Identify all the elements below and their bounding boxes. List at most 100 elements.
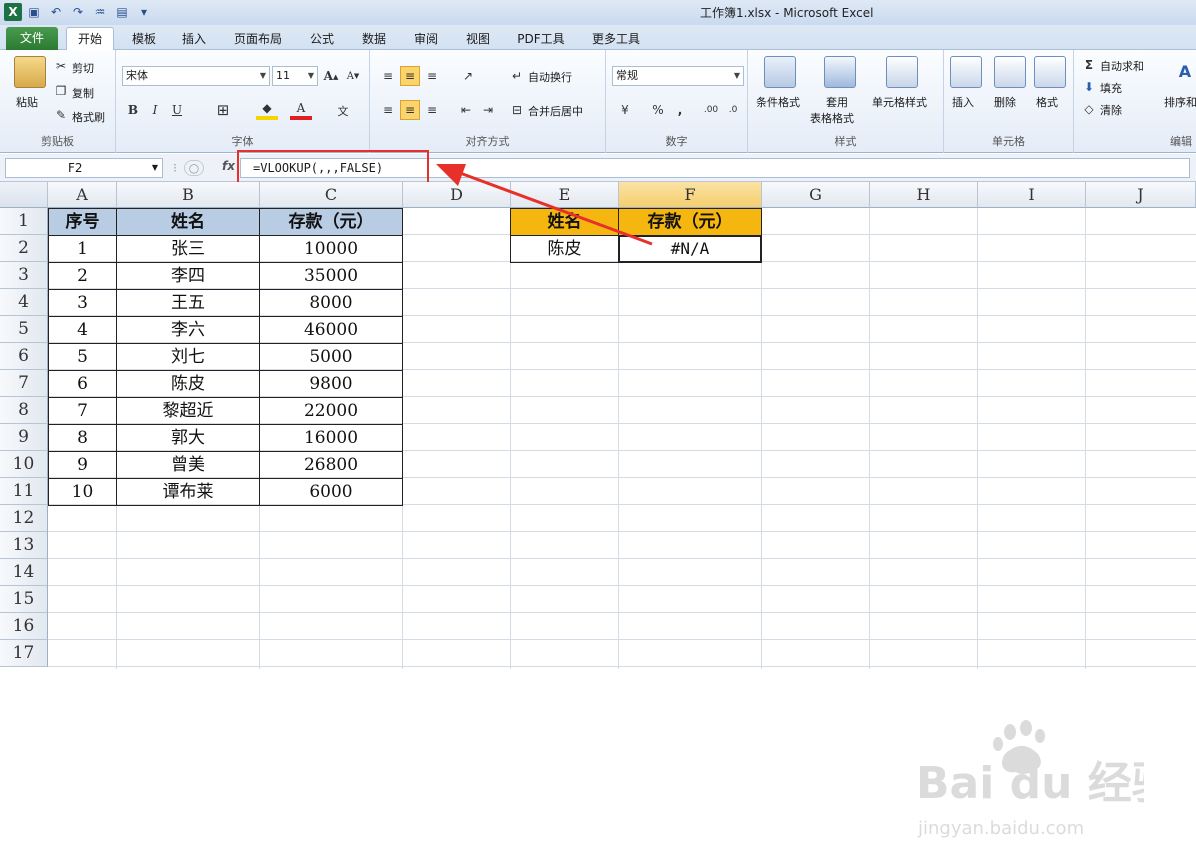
format-cells-label[interactable]: 格式 [1036,94,1058,110]
column-header-f[interactable]: F [619,182,762,208]
lookup-header-deposit[interactable]: 存款（元） [618,208,762,236]
conditional-format-icon[interactable] [764,56,796,88]
currency-icon[interactable]: ¥ [614,100,636,120]
tab-template[interactable]: 模板 [124,28,164,50]
column-header-j[interactable]: J [1086,182,1196,208]
shrink-font-icon[interactable]: A ▼ [344,66,362,86]
scissors-icon[interactable]: ✂ [54,59,68,73]
row-header-5[interactable]: 5 [0,316,48,343]
row-header-4[interactable]: 4 [0,289,48,316]
row-header-6[interactable]: 6 [0,343,48,370]
table-cell[interactable]: 曾美 [116,451,260,479]
row-header-17[interactable]: 17 [0,640,48,667]
row-header-14[interactable]: 14 [0,559,48,586]
name-box[interactable]: F2 ▼ [5,158,163,178]
sort-filter-label[interactable]: 排序和 [1164,94,1196,110]
table-cell[interactable]: 5 [48,343,117,371]
align-center-icon[interactable]: ≡ [400,100,420,120]
table-cell[interactable]: 9800 [259,370,403,398]
table-cell[interactable]: 1 [48,235,117,263]
bold-button[interactable]: B [124,100,142,120]
insert-cells-label[interactable]: 插入 [952,94,974,110]
table-cell[interactable]: 6 [48,370,117,398]
insert-cells-icon[interactable] [950,56,982,88]
customize-qat-icon[interactable]: ▾ [134,3,154,21]
table-cell[interactable]: 黎超近 [116,397,260,425]
table-cell[interactable]: 4 [48,316,117,344]
paste-icon[interactable] [14,56,46,88]
table-header-cell[interactable]: 序号 [48,208,117,236]
table-header-cell[interactable]: 存款（元） [259,208,403,236]
increase-decimal-icon[interactable]: .00 [702,100,720,120]
align-left-icon[interactable]: ≡ [378,100,398,120]
wrap-text-icon[interactable]: ↵ [508,66,526,86]
fill-color-icon[interactable]: ◆ [256,100,278,120]
align-bottom-icon[interactable]: ≡ [422,66,442,86]
table-cell[interactable]: 王五 [116,289,260,317]
undo-icon[interactable]: ↶ [46,3,66,21]
table-cell[interactable]: 郭大 [116,424,260,452]
tab-more-tools[interactable]: 更多工具 [584,28,648,50]
row-header-1[interactable]: 1 [0,208,48,235]
table-cell[interactable]: 9 [48,451,117,479]
format-cells-icon[interactable] [1034,56,1066,88]
table-cell[interactable]: 2 [48,262,117,290]
wrap-text-label[interactable]: 自动换行 [528,69,572,85]
table-cell[interactable]: 5000 [259,343,403,371]
column-header-g[interactable]: G [762,182,870,208]
format-painter-icon[interactable]: ✎ [54,108,68,122]
row-header-12[interactable]: 12 [0,505,48,532]
table-cell[interactable]: 10 [48,478,117,506]
row-header-7[interactable]: 7 [0,370,48,397]
font-name-select[interactable]: 宋体 ▼ [122,66,270,86]
row-header-15[interactable]: 15 [0,586,48,613]
cell-styles-label[interactable]: 单元格样式 [872,94,927,110]
delete-cells-label[interactable]: 删除 [994,94,1016,110]
table-cell[interactable]: 6000 [259,478,403,506]
table-cell[interactable]: 8 [48,424,117,452]
merge-center-icon[interactable]: ⊟ [508,100,526,120]
tab-file[interactable]: 文件 [6,27,58,50]
row-header-11[interactable]: 11 [0,478,48,505]
conditional-format-label[interactable]: 条件格式 [756,94,800,110]
row-header-16[interactable]: 16 [0,613,48,640]
table-cell[interactable]: 8000 [259,289,403,317]
eraser-icon[interactable]: ◇ [1082,102,1096,116]
table-cell[interactable]: 26800 [259,451,403,479]
table-cell[interactable]: 刘七 [116,343,260,371]
column-header-h[interactable]: H [870,182,978,208]
tab-formulas[interactable]: 公式 [302,28,342,50]
format-as-table-label-2[interactable]: 表格格式 [810,110,854,126]
table-cell[interactable]: 22000 [259,397,403,425]
copy-icon[interactable]: ❐ [54,84,68,98]
column-header-e[interactable]: E [511,182,619,208]
font-size-select[interactable]: 11 ▼ [272,66,318,86]
tab-view[interactable]: 视图 [458,28,498,50]
column-header-d[interactable]: D [403,182,511,208]
row-header-2[interactable]: 2 [0,235,48,262]
lookup-name-cell[interactable]: 陈皮 [510,235,619,263]
table-cell[interactable]: 7 [48,397,117,425]
lookup-header-name[interactable]: 姓名 [510,208,619,236]
row-header-8[interactable]: 8 [0,397,48,424]
tab-data[interactable]: 数据 [354,28,394,50]
tab-pdf-tools[interactable]: PDF工具 [510,28,572,50]
delete-cells-icon[interactable] [994,56,1026,88]
save-icon[interactable]: ▣ [24,3,44,21]
table-cell[interactable]: 35000 [259,262,403,290]
format-painter-label[interactable]: 格式刷 [72,109,105,125]
tab-review[interactable]: 审阅 [406,28,446,50]
merge-center-label[interactable]: 合并后居中 [528,103,583,119]
font-color-icon[interactable]: A [290,100,312,120]
zoom-slider-icon[interactable]: ○ [184,160,204,176]
redo-icon[interactable]: ↷ [68,3,88,21]
fill-label[interactable]: 填充 [1100,80,1122,96]
copy-label[interactable]: 复制 [72,85,94,101]
select-all-corner[interactable] [0,182,48,208]
paste-label[interactable]: 粘贴 [16,94,38,110]
comma-button[interactable]: , [672,100,688,120]
tab-page-layout[interactable]: 页面布局 [226,28,290,50]
format-as-table-label-1[interactable]: 套用 [826,94,848,110]
table-cell[interactable]: 3 [48,289,117,317]
table-cell[interactable]: 陈皮 [116,370,260,398]
